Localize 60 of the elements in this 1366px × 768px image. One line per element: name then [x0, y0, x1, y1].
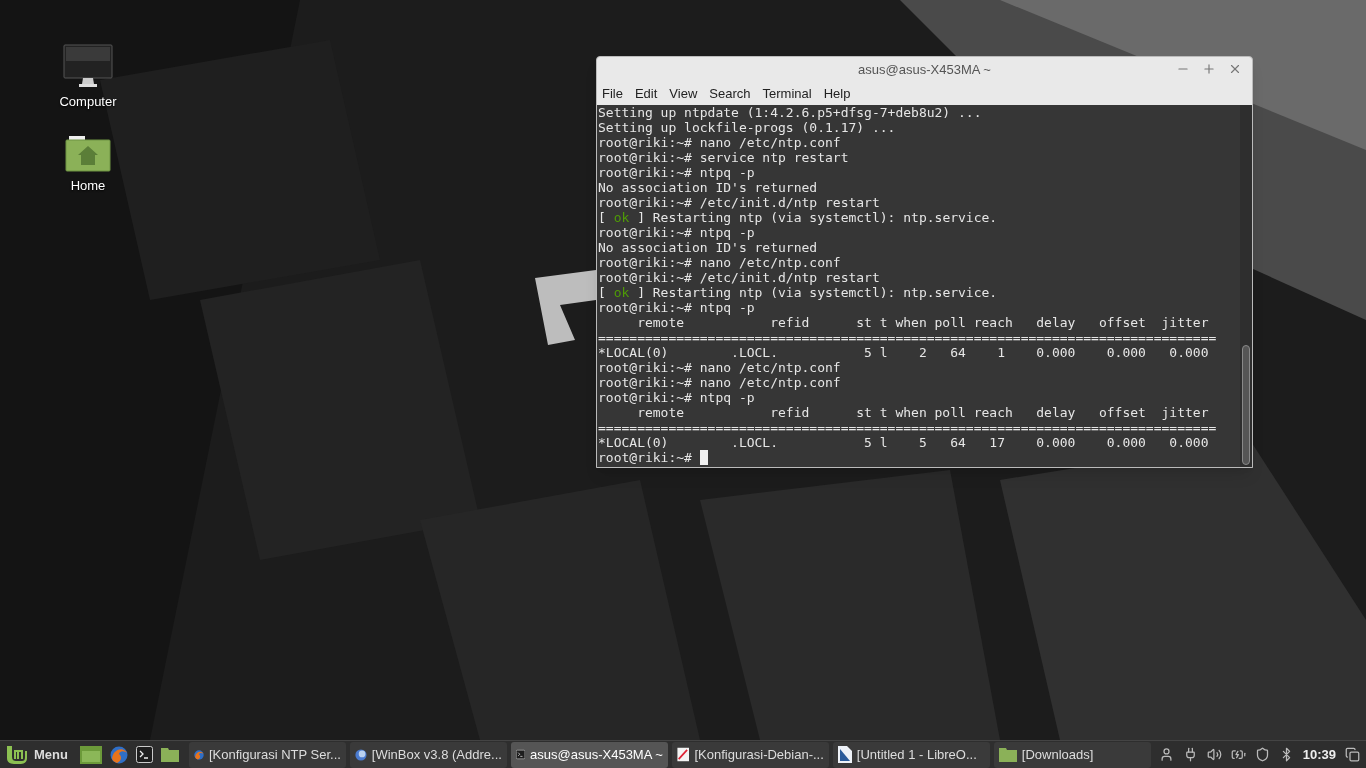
- terminal-line: root@riki:~# nano /etc/ntp.conf: [598, 375, 842, 390]
- terminal-line: root@riki:~# nano /etc/ntp.conf: [598, 135, 842, 150]
- menu-button[interactable]: Menu: [4, 741, 70, 768]
- terminal-line: root@riki:~# service ntp restart: [598, 150, 850, 165]
- terminal-line: root@riki:~# ntpq -p: [598, 165, 756, 180]
- terminal-prompt: root@riki:~#: [598, 450, 693, 465]
- show-desktop-icon[interactable]: [1345, 747, 1360, 762]
- terminal-line: remote refid st t when poll reach delay offset jitter: [636, 405, 1210, 420]
- menu-item[interactable]: Help: [823, 84, 851, 104]
- desktop-icon-label[interactable]: Home: [70, 175, 106, 195]
- folder-icon[interactable]: [160, 747, 179, 762]
- terminal-line: [ ok ] Restarting ntp (via systemctl): ntp.service.: [598, 285, 999, 300]
- monitor-icon: [63, 44, 113, 88]
- terminal-line: ===============================================================================: [598, 330, 1218, 345]
- menu-item[interactable]: Terminal: [762, 84, 812, 104]
- terminal-line: Setting up lockfile-progs (0.1.17) ...: [598, 120, 897, 135]
- desktop-icon-label[interactable]: Computer: [59, 92, 117, 112]
- taskbar-window-button[interactable]: [Downloads]: [993, 741, 1151, 768]
- battery-icon[interactable]: [1230, 747, 1246, 762]
- terminal-line: root@riki:~# ntpq -p: [598, 225, 756, 240]
- taskbar-window-button[interactable]: asus@asus-X453MA ~: [510, 741, 668, 768]
- leaf-logo-icon: [6, 744, 28, 765]
- browser-icon[interactable]: [109, 745, 128, 764]
- folder-icon[interactable]: [998, 747, 1017, 762]
- home-folder-icon: [65, 133, 111, 172]
- taskbar-window-button[interactable]: [Konfigurasi NTP Ser...: [188, 741, 346, 768]
- terminal-line: No association ID's returned: [598, 180, 819, 195]
- user-icon[interactable]: [1158, 747, 1174, 762]
- window-title: asus@asus-X453MA ~: [858, 61, 991, 80]
- globe-icon[interactable]: [354, 746, 367, 763]
- taskbar-window-button[interactable]: [Untitled 1 - LibreO...: [832, 741, 990, 768]
- menu-item[interactable]: Edit: [634, 84, 658, 104]
- terminal-line: remote refid st t when poll reach delay offset jitter: [636, 315, 1210, 330]
- taskbar-window-button[interactable]: [WinBox v3.8 (Addre...: [349, 741, 507, 768]
- drawer-icon[interactable]: [79, 745, 102, 764]
- shield-icon[interactable]: [1254, 747, 1270, 762]
- menu-item[interactable]: View: [669, 84, 698, 104]
- terminal-line: [ ok ] Restarting ntp (via systemctl): ntp.service.: [598, 210, 999, 225]
- text-cursor: [699, 450, 708, 465]
- terminal-icon[interactable]: [135, 746, 153, 763]
- terminal-line: root@riki:~# ntpq -p: [598, 300, 756, 315]
- terminal-line: No association ID's returned: [598, 240, 819, 255]
- terminal-line: ===============================================================================: [598, 420, 1218, 435]
- terminal-line: root@riki:~# nano /etc/ntp.conf: [598, 255, 842, 270]
- taskbar-window-button[interactable]: [Konfigurasi-Debian-...: [671, 741, 829, 768]
- menu-item[interactable]: File: [602, 84, 623, 104]
- scrollbar[interactable]: [1240, 105, 1252, 467]
- menu-item[interactable]: Search: [709, 84, 751, 104]
- terminal-line: root@riki:~# /etc/init.d/ntp restart: [598, 195, 881, 210]
- terminal-line: root@riki:~# /etc/init.d/ntp restart: [598, 270, 881, 285]
- terminal-line: Setting up ntpdate (1:4.2.6.p5+dfsg-7+deb8u2) ...: [598, 105, 983, 120]
- terminal-line: root@riki:~# ntpq -p: [598, 390, 756, 405]
- clock[interactable]: 10:39: [1302, 744, 1336, 765]
- document-icon[interactable]: [837, 746, 852, 763]
- volume-icon[interactable]: [1206, 747, 1222, 762]
- terminal-line: *LOCAL(0) .LOCL. 5 l 5 64 17 0.000 0.000 0.000: [598, 435, 1210, 450]
- document-icon[interactable]: [676, 746, 690, 763]
- terminal-line: root@riki:~# nano /etc/ntp.conf: [598, 360, 842, 375]
- close-icon[interactable]: [1228, 62, 1242, 76]
- terminal-line: *LOCAL(0) .LOCL. 5 l 2 64 1 0.000 0.000 0.000: [598, 345, 1210, 360]
